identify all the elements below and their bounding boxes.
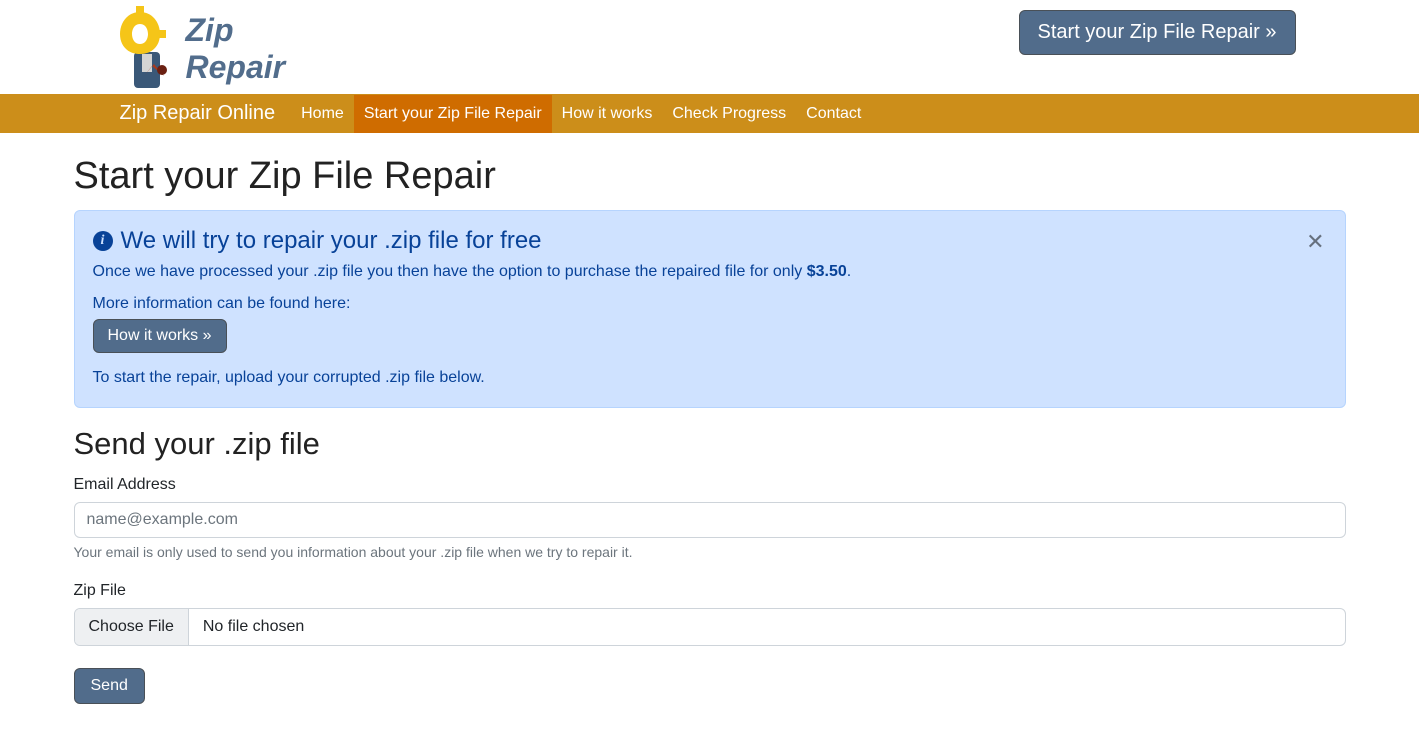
nav-home[interactable]: Home [291, 95, 354, 133]
nav-contact[interactable]: Contact [796, 95, 871, 133]
alert-heading: We will try to repair your .zip file for… [121, 227, 542, 255]
alert-line3: To start the repair, upload your corrupt… [93, 369, 1327, 387]
email-label: Email Address [74, 476, 1346, 494]
logo[interactable]: Zip Repair [62, 4, 286, 94]
nav-how-it-works[interactable]: How it works [552, 95, 663, 133]
file-input-wrap[interactable]: Choose File No file chosen [74, 608, 1346, 646]
info-alert: ✕ i We will try to repair your .zip file… [74, 210, 1346, 408]
nav-check-progress[interactable]: Check Progress [662, 95, 796, 133]
file-chosen-text: No file chosen [189, 609, 1345, 645]
file-label: Zip File [74, 582, 1346, 600]
choose-file-button[interactable]: Choose File [75, 609, 189, 645]
nav-start-repair[interactable]: Start your Zip File Repair [354, 95, 552, 133]
nav-brand[interactable]: Zip Repair Online [120, 94, 292, 133]
header-cta-button[interactable]: Start your Zip File Repair » [1019, 10, 1296, 55]
form-section-title: Send your .zip file [74, 426, 1346, 462]
logo-text-repair: Repair [186, 49, 286, 86]
email-hint: Your email is only used to send you info… [74, 544, 1346, 560]
send-button[interactable]: Send [74, 668, 145, 704]
alert-line2: More information can be found here: [93, 295, 1327, 313]
zip-repair-icon [112, 4, 182, 94]
how-it-works-button[interactable]: How it works » [93, 319, 227, 353]
page-title: Start your Zip File Repair [74, 155, 1346, 198]
close-icon: ✕ [1306, 229, 1324, 254]
email-field[interactable] [74, 502, 1346, 538]
logo-text-zip: Zip [186, 12, 286, 49]
navbar: Zip Repair Online Home Start your Zip Fi… [0, 94, 1419, 133]
alert-close-button[interactable]: ✕ [1302, 225, 1328, 259]
info-icon: i [93, 231, 113, 251]
alert-line1: Once we have processed your .zip file yo… [93, 263, 1327, 281]
